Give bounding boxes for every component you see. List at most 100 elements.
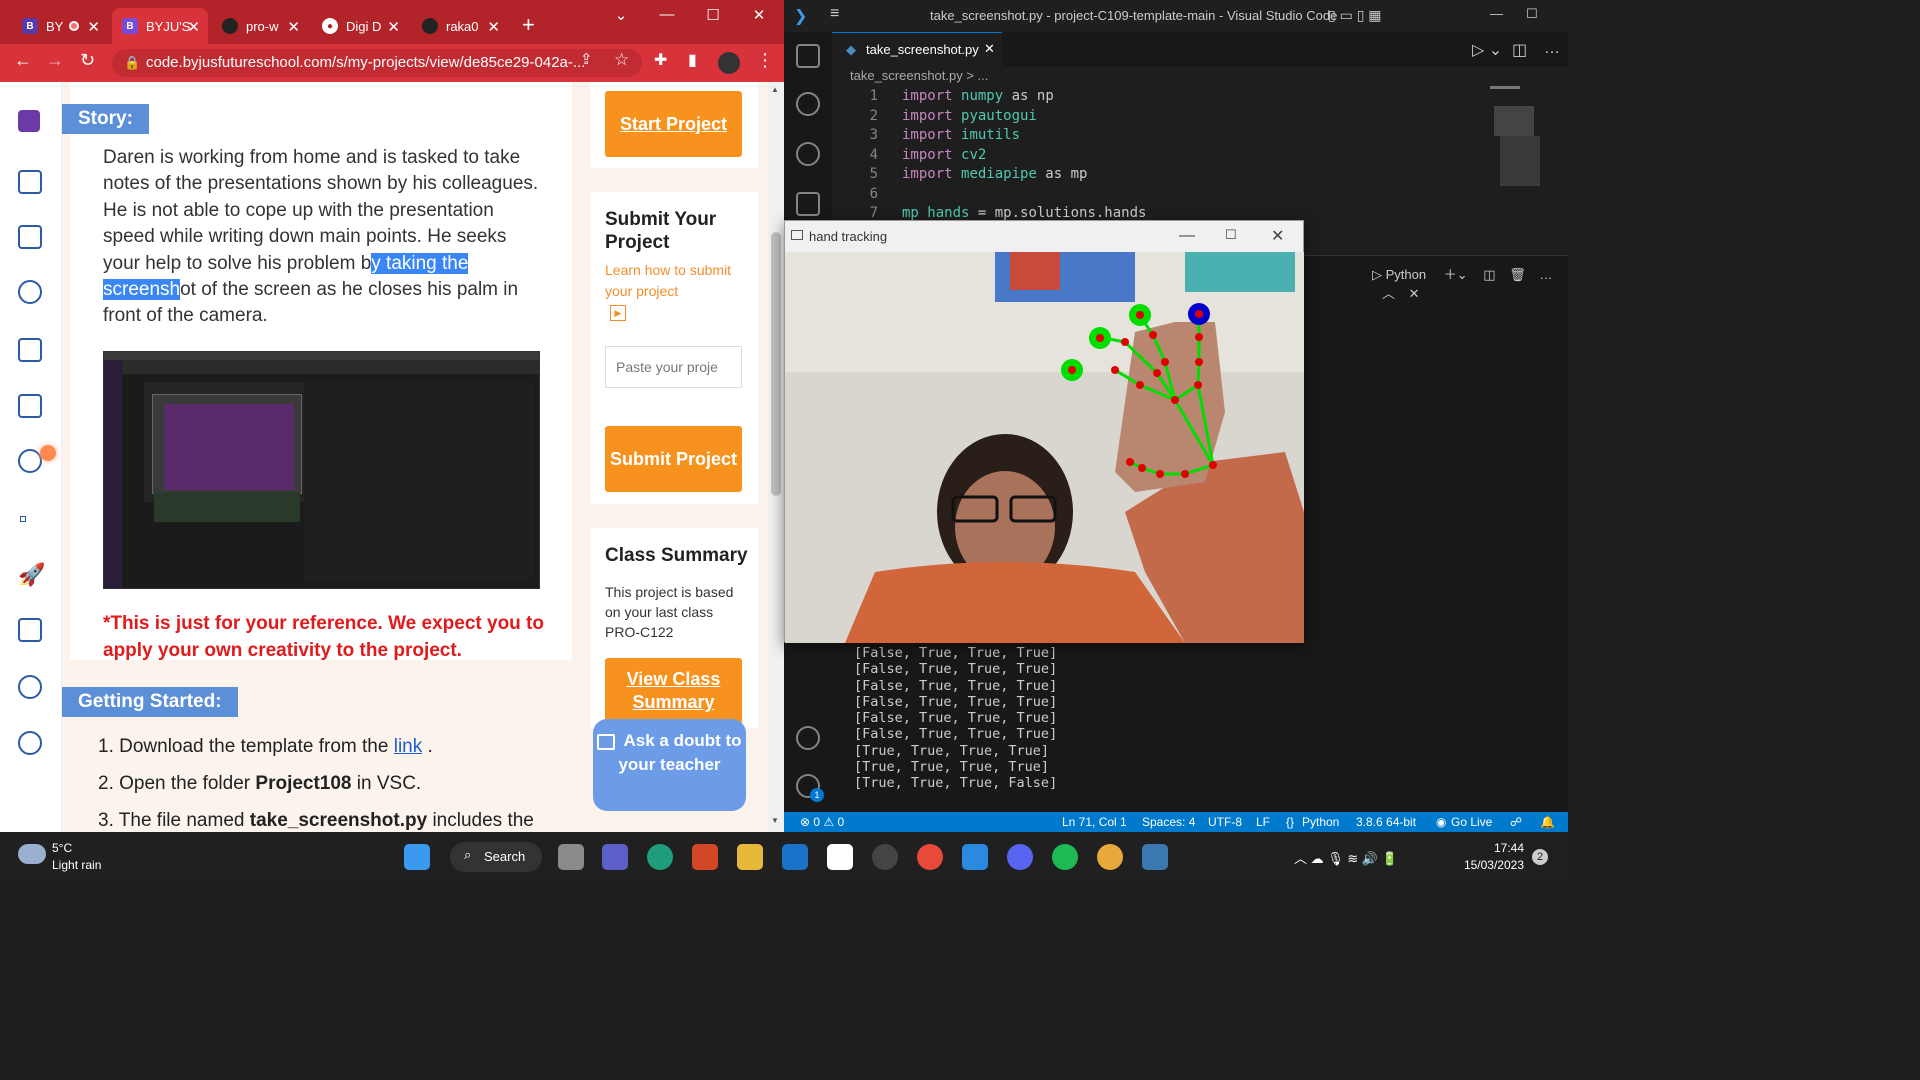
submit-project-button[interactable]: Submit Project	[605, 426, 742, 492]
video-icon[interactable]: ▶	[610, 305, 626, 321]
tab-digi[interactable]: ● Digi D ✕	[312, 8, 408, 44]
close-icon[interactable]: ✕	[187, 18, 200, 36]
terminal-label[interactable]: Python	[1386, 267, 1426, 282]
forward-icon[interactable]: →	[46, 50, 64, 71]
split-editor-icon[interactable]: ◫	[1512, 40, 1527, 60]
task-view-icon[interactable]	[558, 844, 584, 870]
problems-indicator[interactable]: ⊗ 0 ⚠ 0	[800, 815, 844, 829]
start-project-button[interactable]: Start Project	[605, 91, 742, 157]
minimize-button[interactable]: —	[1179, 227, 1195, 245]
terminal-output[interactable]: [False, True, True, True] [False, True, T…	[854, 645, 1057, 792]
extensions-icon[interactable]: ✚	[654, 50, 667, 70]
maximize-button[interactable]: ☐	[1225, 227, 1237, 243]
store-icon[interactable]	[692, 844, 718, 870]
learn-submit-link[interactable]: Learn how to submit your project	[605, 260, 745, 302]
layout-icons[interactable]: ▯ ▭ ▯ ▦	[1328, 7, 1382, 24]
weather-desc[interactable]: Light rain	[52, 858, 101, 872]
reload-icon[interactable]: ↻	[80, 50, 95, 71]
teams-icon[interactable]	[602, 844, 628, 870]
template-link[interactable]: link	[394, 736, 423, 757]
python-interpreter[interactable]: 3.8.6 64-bit	[1356, 815, 1416, 829]
language-mode[interactable]: Python	[1302, 815, 1339, 829]
tab-byjus[interactable]: B BYJU'S ✕	[112, 8, 208, 44]
support-icon[interactable]	[18, 618, 42, 642]
maximize-button[interactable]: ☐	[698, 6, 728, 24]
line-ending[interactable]: LF	[1256, 815, 1270, 829]
notes-icon[interactable]	[18, 338, 42, 362]
minimize-button[interactable]: —	[1490, 6, 1503, 21]
chrome-icon[interactable]	[917, 844, 943, 870]
add-terminal-icon[interactable]: ＋⌄	[1444, 267, 1468, 282]
app-icon[interactable]	[872, 844, 898, 870]
scroll-thumb[interactable]	[771, 232, 781, 496]
page-scrollbar[interactable]: ▲ ▼	[768, 82, 784, 832]
maximize-panel-icon[interactable]: ︿	[1382, 286, 1395, 301]
notification-badge[interactable]: 2	[1532, 849, 1548, 865]
star-icon[interactable]: ☆	[614, 50, 629, 70]
dashboard-icon[interactable]	[18, 170, 42, 194]
address-bar[interactable]: 🔒 code.byjusfutureschool.com/s/my-projec…	[112, 49, 642, 77]
indentation[interactable]: Spaces: 4	[1142, 815, 1195, 829]
ask-doubt-button[interactable]: Ask a doubt to your teacher	[593, 719, 746, 811]
encoding[interactable]: UTF-8	[1208, 815, 1242, 829]
more-icon[interactable]: …	[1544, 40, 1560, 58]
run-icon[interactable]: ▷ ⌄	[1472, 40, 1502, 60]
tab-raka[interactable]: raka0 ✕	[412, 8, 508, 44]
start-icon[interactable]	[404, 844, 430, 870]
go-live-button[interactable]: Go Live	[1451, 815, 1492, 829]
close-window-button[interactable]: ✕	[1271, 226, 1284, 246]
close-icon[interactable]: ✕	[87, 18, 100, 36]
avatar[interactable]	[718, 52, 740, 74]
close-window-button[interactable]: ✕	[744, 6, 774, 24]
menu-icon[interactable]: ⋮	[756, 50, 774, 71]
bell-icon[interactable]: 🔔	[1540, 815, 1555, 829]
profile-icon[interactable]	[18, 675, 42, 699]
python-icon[interactable]	[1142, 844, 1168, 870]
cursor-position[interactable]: Ln 71, Col 1	[1062, 815, 1127, 829]
project-link-input[interactable]: Paste your proje	[605, 346, 742, 388]
tab-pro[interactable]: pro-w ✕	[212, 8, 308, 44]
code-editor[interactable]: 1 import numpy as np 2 import pyautogui 3 imp…	[832, 88, 1568, 221]
info-icon[interactable]	[18, 731, 42, 755]
run-debug-icon[interactable]	[796, 192, 820, 216]
document-icon[interactable]	[18, 394, 42, 418]
spotify-icon[interactable]	[1052, 844, 1078, 870]
tab-by[interactable]: B BY ✕	[12, 8, 108, 44]
discord-icon[interactable]	[1007, 844, 1033, 870]
rocket-icon[interactable]: 🚀	[18, 562, 45, 587]
close-icon[interactable]: ✕	[487, 18, 500, 36]
tab-take-screenshot[interactable]: ◆ take_screenshot.py ✕	[832, 32, 1002, 67]
menu-icon[interactable]: ≡	[830, 5, 839, 23]
account-icon[interactable]	[796, 726, 820, 750]
sidepanel-icon[interactable]: ▮	[688, 50, 697, 70]
tray-icons[interactable]: ︿ ☁ 🎙 ≋ 🔊 🔋	[1294, 848, 1398, 867]
weather-icon[interactable]	[18, 844, 46, 864]
share-icon[interactable]: ⇪	[580, 50, 593, 68]
amazon-icon[interactable]	[827, 844, 853, 870]
edge-icon[interactable]	[647, 844, 673, 870]
back-icon[interactable]: ←	[14, 50, 32, 71]
minimap[interactable]	[1490, 86, 1550, 196]
byjus-logo[interactable]	[18, 110, 40, 132]
minimize-button[interactable]: —	[652, 6, 682, 23]
coding-icon[interactable]	[18, 280, 42, 304]
clock-date[interactable]: 15/03/2023	[1462, 858, 1524, 872]
feedback-icon[interactable]: ☍	[1510, 815, 1522, 829]
mail-icon[interactable]	[782, 844, 808, 870]
weather-temp[interactable]: 5°C	[52, 841, 72, 855]
split-terminal-icon[interactable]: ◫	[1483, 267, 1495, 282]
book-icon[interactable]	[18, 225, 42, 249]
scroll-down-icon[interactable]: ▼	[771, 816, 779, 825]
file-explorer-icon[interactable]	[737, 844, 763, 870]
close-icon[interactable]: ✕	[287, 18, 300, 36]
close-icon[interactable]: ✕	[984, 41, 995, 57]
more-icon[interactable]: …	[1539, 267, 1552, 282]
close-icon[interactable]: ✕	[387, 18, 400, 36]
explorer-icon[interactable]	[796, 44, 820, 68]
view-class-summary-button[interactable]: View Class Summary	[605, 658, 742, 724]
scroll-up-icon[interactable]: ▲	[771, 85, 779, 94]
smile-icon[interactable]	[18, 449, 42, 473]
chrome-profile-icon[interactable]	[1097, 844, 1123, 870]
source-control-icon[interactable]	[796, 142, 820, 166]
clock-time[interactable]: 17:44	[1462, 841, 1524, 855]
